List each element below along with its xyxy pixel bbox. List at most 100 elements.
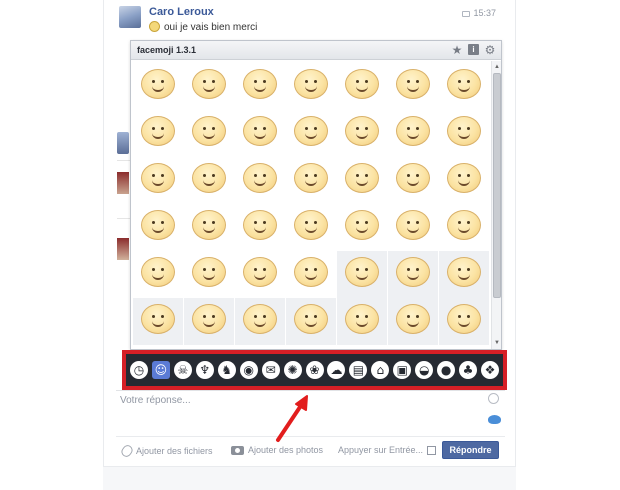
recent-icon[interactable]: ◷	[130, 361, 148, 379]
devil-icon[interactable]: ♆	[195, 361, 214, 379]
frozen-face-icon	[243, 304, 277, 334]
scroll-down-icon[interactable]: ▼	[493, 339, 501, 347]
emoji-glasses[interactable]	[133, 157, 183, 204]
relaxed-face-icon	[396, 304, 430, 334]
cat-icon[interactable]: ♣	[459, 361, 478, 379]
emoji-dizzy[interactable]	[439, 204, 489, 251]
emoji-angry[interactable]	[286, 157, 336, 204]
popup-title: facemoji 1.3.1	[137, 45, 197, 55]
star-icon[interactable]: ★	[450, 43, 464, 57]
emoji-tongue-out[interactable]	[184, 63, 234, 110]
star-eyes-face-icon	[294, 116, 328, 146]
spider-icon[interactable]: ✺	[283, 361, 302, 379]
sweat-face-icon	[396, 69, 430, 99]
message-time: 15:37	[462, 8, 496, 18]
emoji-sleepy[interactable]	[439, 251, 489, 298]
sender-name[interactable]: Caro Leroux	[149, 6, 214, 18]
emoji-relaxed[interactable]	[388, 298, 438, 345]
bear-icon[interactable]: ❖	[481, 361, 499, 379]
house-icon[interactable]: ⌂	[371, 361, 390, 379]
emoji-crying[interactable]	[133, 110, 183, 157]
emoji-laughing-tears[interactable]	[337, 63, 387, 110]
emoji-mouth-open[interactable]	[235, 204, 285, 251]
emoji-neutral[interactable]	[388, 110, 438, 157]
emoji-smirk[interactable]	[439, 63, 489, 110]
glasses-face-icon	[141, 163, 175, 193]
skull-icon[interactable]: ☠	[173, 361, 192, 379]
emoji-cold[interactable]	[184, 157, 234, 204]
emoji-blush[interactable]	[337, 157, 387, 204]
reply-actions: Ajouter des fichiers Ajouter des photos …	[116, 436, 505, 464]
alien-icon[interactable]: ◉	[239, 361, 258, 379]
emoji-angel[interactable]	[286, 204, 336, 251]
envelope-face-icon[interactable]: ✉	[261, 361, 280, 379]
neutral-face-icon	[396, 116, 430, 146]
emoji-smile[interactable]	[133, 63, 183, 110]
emoji-shocked[interactable]	[388, 251, 438, 298]
smiley-icon[interactable]: ☺	[151, 361, 170, 379]
panda-icon[interactable]: ●	[437, 361, 456, 379]
emoji-frozen[interactable]	[235, 298, 285, 345]
ghost-icon[interactable]: ☁	[327, 361, 346, 379]
send-reply-button[interactable]: Répondre	[442, 441, 499, 459]
squint-face-icon	[345, 116, 379, 146]
info-icon[interactable]: i	[468, 44, 479, 55]
reply-input[interactable]	[120, 395, 460, 406]
sad-face-icon	[192, 210, 226, 240]
ninja-icon[interactable]: ◒	[415, 361, 434, 379]
gear-icon[interactable]: ⚙	[483, 43, 497, 57]
emoji-mad[interactable]	[286, 298, 336, 345]
sticker-icon[interactable]	[488, 415, 501, 424]
angry-face-icon	[294, 163, 328, 193]
emoji-pout[interactable]	[184, 251, 234, 298]
scrollbar[interactable]: ▲ ▼	[491, 61, 501, 349]
scroll-up-icon[interactable]: ▲	[493, 63, 501, 71]
attach-photos-button[interactable]: Ajouter des photos	[231, 445, 323, 455]
emoji-sunglasses[interactable]	[337, 204, 387, 251]
scrollbar-thumb[interactable]	[493, 73, 501, 298]
emoji-wink[interactable]	[133, 204, 183, 251]
teeth-grin-face-icon	[447, 116, 481, 146]
emoji-sad[interactable]	[184, 204, 234, 251]
avatar[interactable]	[119, 6, 141, 28]
pumpkin-icon[interactable]: ❀	[305, 361, 324, 379]
enter-to-send-toggle[interactable]: Appuyer sur Entrée...	[338, 445, 437, 455]
emoji-sick[interactable]	[235, 157, 285, 204]
emoji-teeth-grin[interactable]	[439, 110, 489, 157]
heart-eyes-face-icon	[294, 69, 328, 99]
emoji-squint[interactable]	[337, 110, 387, 157]
wink-tongue-face-icon	[243, 116, 277, 146]
message-header: Caro Leroux 15:37 oui je vais bien merci	[119, 4, 504, 38]
enter-to-send-checkbox[interactable]	[427, 445, 437, 455]
emoji-picker-icon[interactable]	[488, 393, 499, 404]
trash-face-icon[interactable]: ▤	[349, 361, 368, 379]
emoji-sparkle-eyes[interactable]	[184, 298, 234, 345]
attach-files-button[interactable]: Ajouter des fichiers	[119, 443, 213, 459]
smirk-face-icon	[447, 69, 481, 99]
emoji-cool[interactable]	[133, 298, 183, 345]
emoji-surprised[interactable]	[184, 110, 234, 157]
screenshot-stage: Caro Leroux 15:37 oui je vais bien merci…	[0, 0, 620, 490]
emoji-confused[interactable]	[286, 251, 336, 298]
emoji-big-grin[interactable]	[439, 157, 489, 204]
sunglasses-face-icon	[345, 210, 379, 240]
emoji-calm[interactable]	[337, 251, 387, 298]
emoji-heart-eyes[interactable]	[286, 63, 336, 110]
emoji-worried[interactable]	[388, 204, 438, 251]
emoji-sweat[interactable]	[388, 63, 438, 110]
camera-icon	[231, 445, 244, 455]
emoji-grin[interactable]	[235, 63, 285, 110]
emoji-wink-tongue[interactable]	[235, 110, 285, 157]
emoji-star-eyes[interactable]	[286, 110, 336, 157]
emoji-cool-grin[interactable]	[235, 251, 285, 298]
paperclip-icon	[119, 443, 135, 459]
emoji-tongue[interactable]	[388, 157, 438, 204]
message-text: oui je vais bien merci	[149, 21, 257, 33]
grin-face-icon	[243, 69, 277, 99]
robot-icon[interactable]: ▣	[393, 361, 412, 379]
bird-icon[interactable]: ♞	[217, 361, 236, 379]
cool-grin-face-icon	[243, 257, 277, 287]
emoji-unamused[interactable]	[439, 298, 489, 345]
emoji-content[interactable]	[337, 298, 387, 345]
emoji-expressionless[interactable]	[133, 251, 183, 298]
